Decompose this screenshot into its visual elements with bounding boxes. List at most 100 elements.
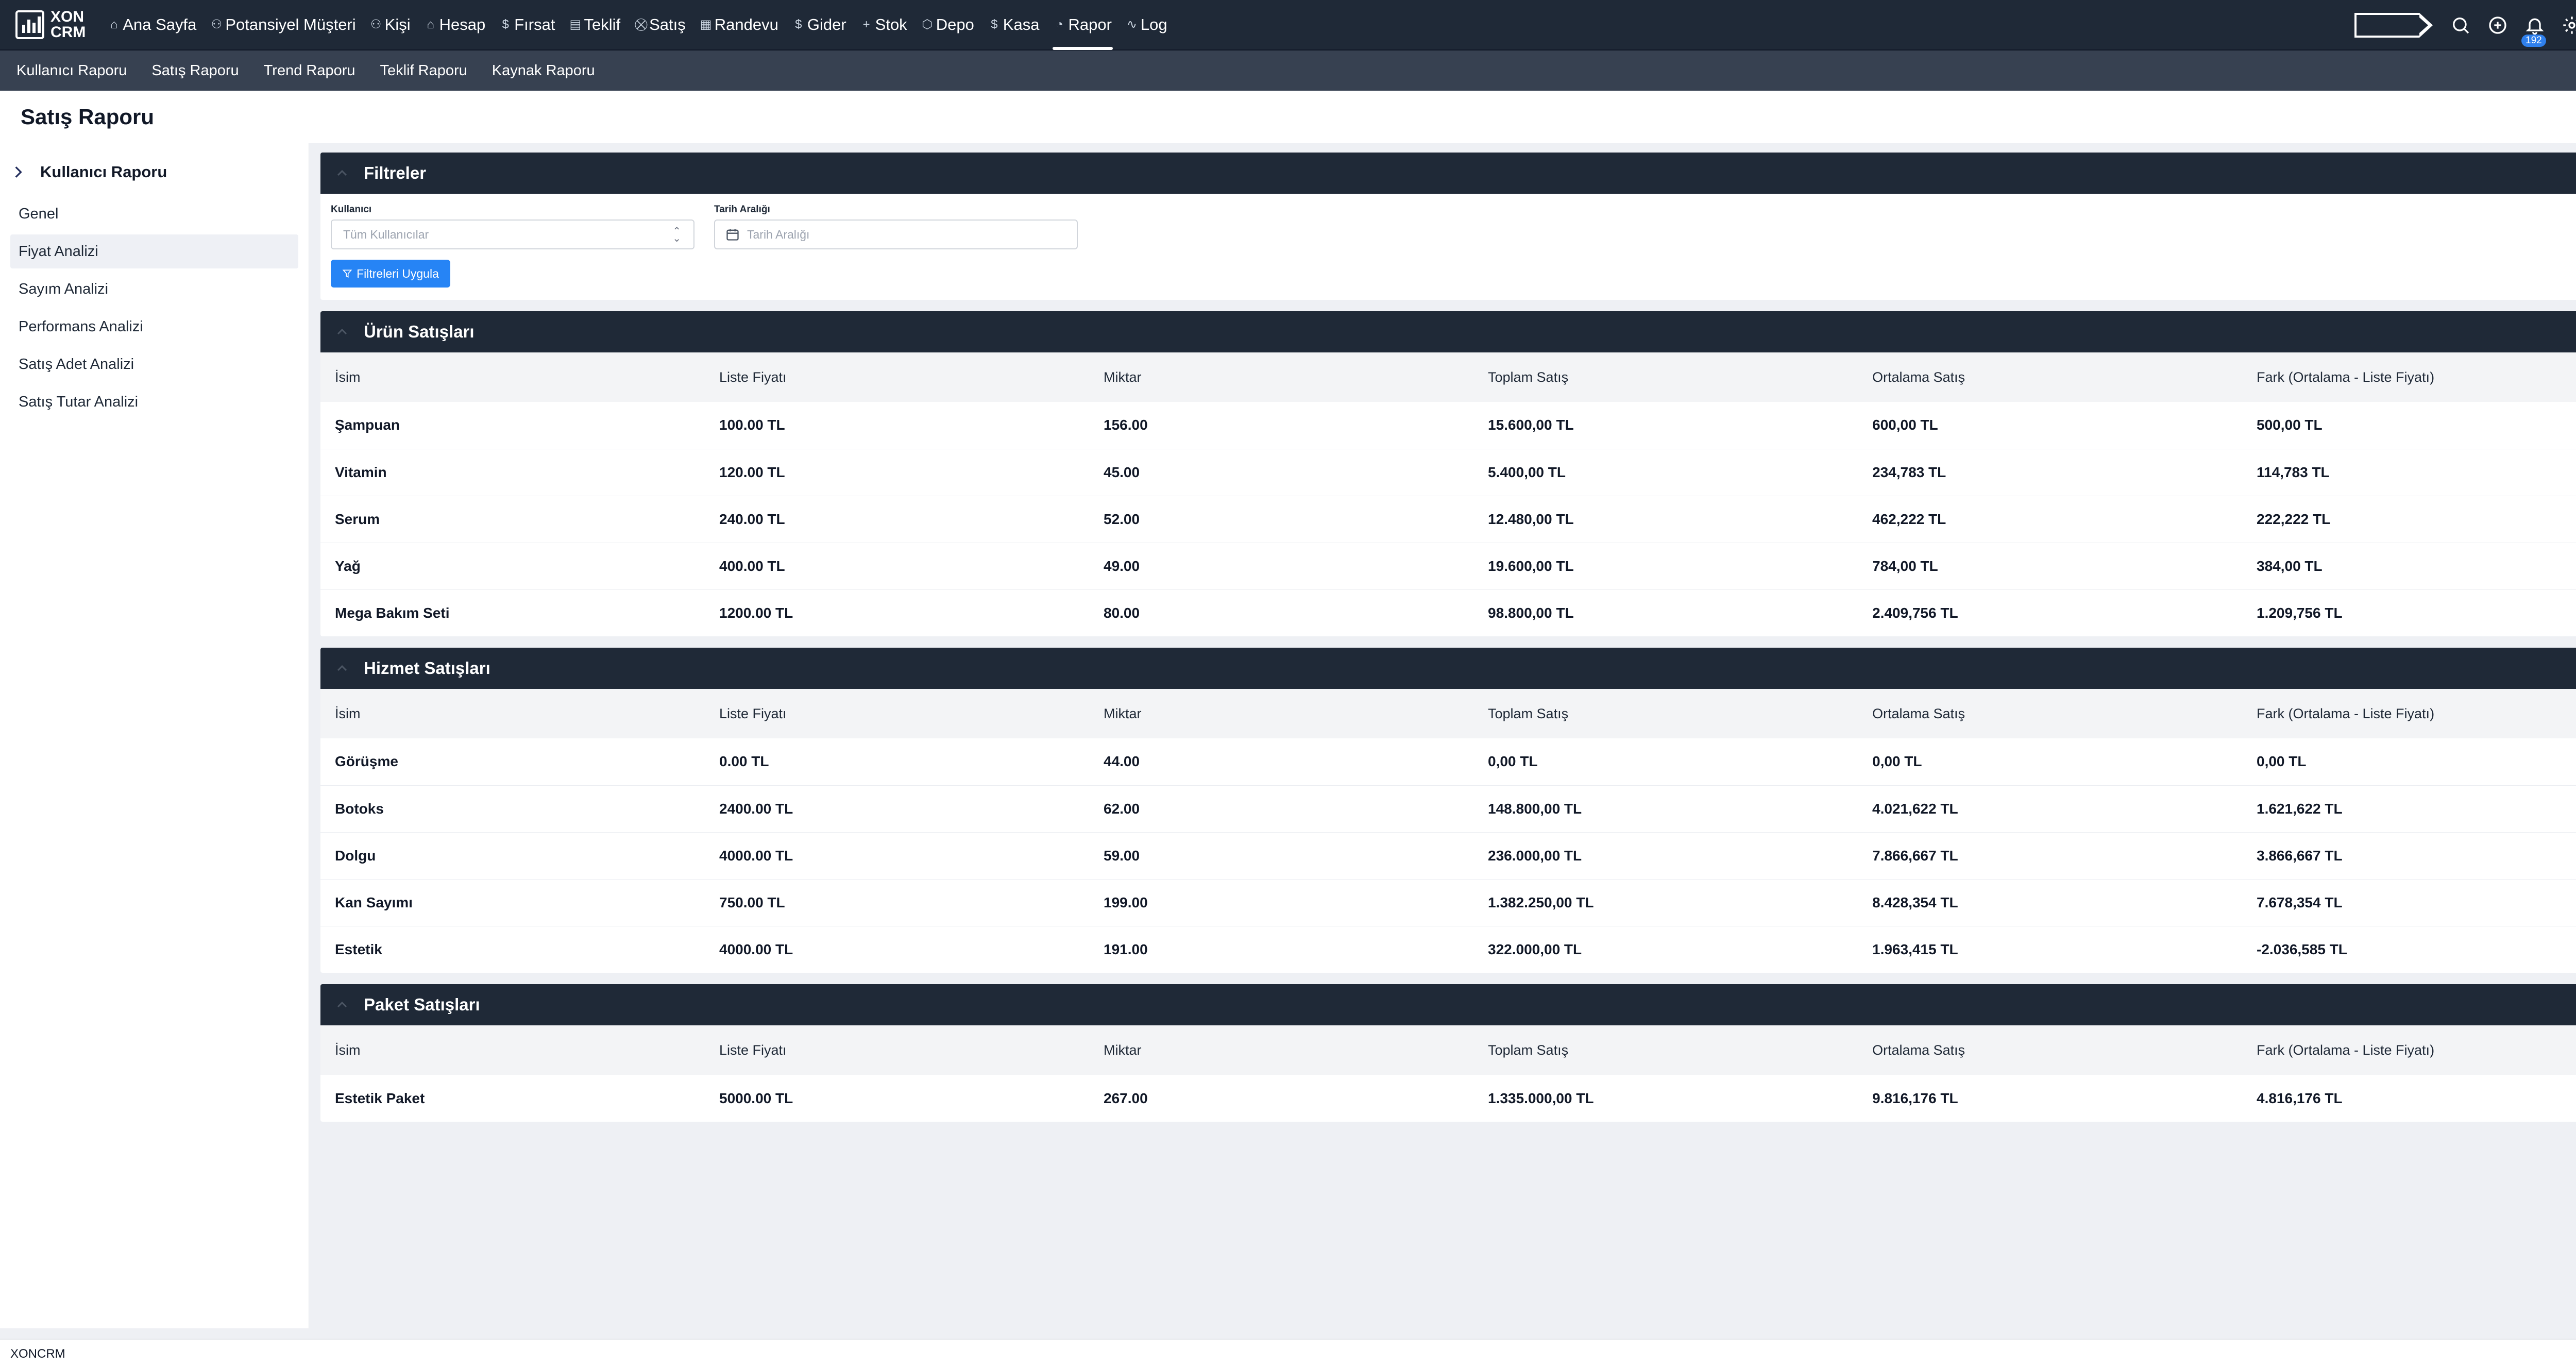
table-cell: 2.409,756 TL bbox=[1872, 604, 1958, 621]
table-cell: -2.036,585 TL bbox=[2257, 941, 2347, 957]
filter-icon bbox=[342, 269, 352, 278]
subnav-item-trend-raporu[interactable]: Trend Raporu bbox=[264, 62, 355, 79]
nav-item-satis[interactable]: ⛒ Satış bbox=[628, 0, 693, 50]
nav-item-rapor[interactable]: ◔ Rapor bbox=[1046, 0, 1118, 50]
table-cell: Şampuan bbox=[320, 402, 705, 449]
column-header[interactable]: Miktar bbox=[1089, 352, 1473, 402]
column-header[interactable]: İsim bbox=[320, 352, 705, 402]
table-row: Serum 240.00 TL 52.00 12.480,00 TL 462,222 T… bbox=[320, 496, 2576, 543]
column-header[interactable]: Miktar bbox=[1089, 1025, 1473, 1075]
table-cell: 114,783 TL bbox=[2242, 449, 2576, 496]
notification-badge: 192 bbox=[2521, 35, 2546, 47]
column-header[interactable]: İsim bbox=[320, 689, 705, 738]
nav-item-kasa[interactable]: $ Kasa bbox=[981, 0, 1047, 50]
add-button[interactable] bbox=[2479, 7, 2516, 44]
search-button[interactable] bbox=[2442, 7, 2479, 44]
table-row: Şampuan 100.00 TL 156.00 15.600,00 TL 600,00… bbox=[320, 402, 2576, 449]
section-header[interactable]: Hizmet Satışları bbox=[320, 648, 2576, 689]
section-header[interactable]: Ürün Satışları bbox=[320, 311, 2576, 352]
nav-item-stok[interactable]: + Stok bbox=[854, 0, 914, 50]
notifications-button[interactable]: 192 bbox=[2516, 7, 2553, 47]
table-header-row: İsim Liste Fiyatı Miktar Toplam Satış Ortala… bbox=[320, 1025, 2576, 1075]
table-cell: 44.00 bbox=[1089, 738, 1473, 786]
section-title: Ürün Satışları bbox=[364, 322, 474, 341]
sidebar-item-satis-adet-analizi[interactable]: Satış Adet Analizi bbox=[10, 347, 298, 381]
table-row: Botoks 2400.00 TL 62.00 148.800,00 TL 4.021,… bbox=[320, 785, 2576, 833]
table-cell: 600,00 TL bbox=[1858, 402, 2242, 449]
nav-item-firsat[interactable]: $ Fırsat bbox=[493, 0, 562, 50]
table-cell: 2400.00 TL bbox=[705, 785, 1089, 833]
table-cell: 80.00 bbox=[1104, 604, 1140, 621]
forward-arrow-button[interactable] bbox=[2354, 13, 2433, 38]
settings-button[interactable] bbox=[2553, 7, 2576, 44]
column-header[interactable]: Toplam Satış bbox=[1473, 1025, 1858, 1075]
nav-item-teklif[interactable]: ▤ Teklif bbox=[562, 0, 628, 50]
nav-item-label: Log bbox=[1140, 15, 1167, 33]
table-cell: 8.428,354 TL bbox=[1858, 879, 2242, 926]
table-row: Görüşme 0.00 TL 44.00 0,00 TL 0,00 TL 0,00 TL bbox=[320, 738, 2576, 786]
plus-circle-icon bbox=[2489, 16, 2506, 34]
section-header[interactable]: Paket Satışları bbox=[320, 984, 2576, 1025]
column-header[interactable]: Liste Fiyatı bbox=[705, 1025, 1089, 1075]
nav-item-potansiyel-musteri[interactable]: ⚇ Potansiyel Müşteri bbox=[204, 0, 363, 50]
chevron-up-icon bbox=[337, 170, 347, 176]
nav-item-gider[interactable]: $ Gider bbox=[786, 0, 854, 50]
sidebar-items: Genel Fiyat Analizi Sayım Analizi Performan… bbox=[0, 197, 309, 419]
column-header[interactable]: Fark (Ortalama - Liste Fiyatı) bbox=[2242, 1025, 2576, 1075]
sidebar-item-genel[interactable]: Genel bbox=[10, 197, 298, 231]
filters-panel-header[interactable]: Filtreler bbox=[320, 153, 2576, 194]
nav-item-label: Satış bbox=[649, 15, 686, 33]
table-cell: 199.00 bbox=[1089, 879, 1473, 926]
column-header[interactable]: Liste Fiyatı bbox=[705, 689, 1089, 738]
calendar-icon bbox=[726, 229, 739, 241]
table-cell: Mega Bakım Seti bbox=[335, 604, 450, 621]
date-filter: Tarih Aralığı Tarih Aralığı bbox=[714, 204, 1078, 249]
sidebar-header[interactable]: Kullanıcı Raporu bbox=[0, 150, 309, 194]
column-header[interactable]: Toplam Satış bbox=[1473, 352, 1858, 402]
date-range-input[interactable]: Tarih Aralığı bbox=[714, 219, 1078, 249]
table-cell: Yağ bbox=[320, 543, 705, 590]
column-header[interactable]: Liste Fiyatı bbox=[705, 352, 1089, 402]
subnav-item-kullanici-raporu[interactable]: Kullanıcı Raporu bbox=[16, 62, 127, 79]
column-header[interactable]: Ortalama Satış bbox=[1858, 1025, 2242, 1075]
sidebar-item-sayim-analizi[interactable]: Sayım Analizi bbox=[10, 272, 298, 306]
nav-item-kisi[interactable]: ⚇ Kişi bbox=[363, 0, 418, 50]
gear-icon bbox=[2563, 16, 2576, 34]
table-cell: 98.800,00 TL bbox=[1488, 604, 1574, 621]
brand-logo[interactable]: XON CRM bbox=[15, 9, 86, 40]
table-row: Vitamin 120.00 TL 45.00 5.400,00 TL 234,783 … bbox=[320, 449, 2576, 496]
nav-item-ana-sayfa[interactable]: ⌂ Ana Sayfa bbox=[101, 0, 204, 50]
table-header-row: İsim Liste Fiyatı Miktar Toplam Satış Ortala… bbox=[320, 689, 2576, 738]
column-header[interactable]: Toplam Satış bbox=[1473, 689, 1858, 738]
table-cell: 400.00 TL bbox=[705, 543, 1089, 590]
column-header[interactable]: Ortalama Satış bbox=[1858, 352, 2242, 402]
filters-title: Filtreler bbox=[364, 163, 427, 182]
nav-item-randevu[interactable]: ▦ Randevu bbox=[693, 0, 786, 50]
column-header[interactable]: Miktar bbox=[1089, 689, 1473, 738]
table-cell: 1200.00 TL bbox=[719, 604, 793, 621]
column-header[interactable]: Ortalama Satış bbox=[1858, 689, 2242, 738]
footer: XONCRM bbox=[0, 1339, 2576, 1368]
table-cell: 120.00 TL bbox=[705, 449, 1089, 496]
column-header[interactable]: İsim bbox=[320, 1025, 705, 1075]
calendar-icon: ▦ bbox=[700, 18, 712, 31]
user-filter-label: Kullanıcı bbox=[331, 204, 372, 215]
apply-filters-button[interactable]: Filtreleri Uygula bbox=[331, 260, 450, 288]
dollar-icon: $ bbox=[502, 18, 509, 31]
user-select[interactable]: Tüm Kullanıcılar ⌃ ⌄ bbox=[331, 219, 694, 249]
sidebar-item-performans-analizi[interactable]: Performans Analizi bbox=[10, 310, 298, 344]
nav-item-depo[interactable]: ⬡ Depo bbox=[914, 0, 981, 50]
table-cell: 191.00 bbox=[1104, 941, 1148, 957]
subnav-item-kaynak-raporu[interactable]: Kaynak Raporu bbox=[492, 62, 595, 79]
nav-item-log[interactable]: ∿ Log bbox=[1119, 0, 1175, 50]
nav-item-label: Fırsat bbox=[514, 15, 555, 33]
column-header[interactable]: Fark (Ortalama - Liste Fiyatı) bbox=[2242, 689, 2576, 738]
subnav-item-satis-raporu[interactable]: Satış Raporu bbox=[151, 62, 239, 79]
sidebar-item-fiyat-analizi[interactable]: Fiyat Analizi bbox=[10, 234, 298, 268]
sidebar-item-satis-tutar-analizi[interactable]: Satış Tutar Analizi bbox=[10, 385, 298, 419]
nav-item-hesap[interactable]: ⌂ Hesap bbox=[418, 0, 493, 50]
subnav-item-teklif-raporu[interactable]: Teklif Raporu bbox=[380, 62, 467, 79]
column-header[interactable]: Fark (Ortalama - Liste Fiyatı) bbox=[2242, 352, 2576, 402]
logo-chart-icon bbox=[15, 10, 44, 39]
table-cell: 62.00 bbox=[1089, 785, 1473, 833]
